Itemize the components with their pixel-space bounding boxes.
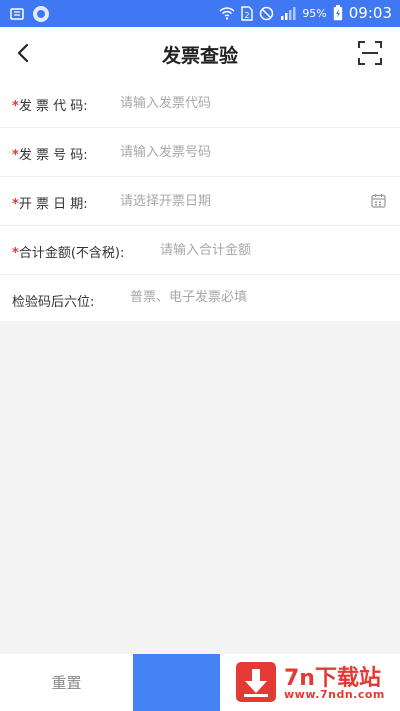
invoice-code-input[interactable] [120,89,360,117]
invoice-code-row: *发 票 代 码: [0,79,400,128]
invoice-number-input[interactable] [120,138,360,166]
scan-button[interactable] [358,41,382,65]
status-bar: 2 95% 09:03 [0,0,400,27]
calendar-icon[interactable] [371,193,386,208]
download-icon [236,662,276,702]
wifi-icon [219,7,235,20]
signal-icon [281,7,296,20]
reset-button[interactable]: 重置 [0,654,133,711]
invoice-date-row[interactable]: *开 票 日 期: [0,177,400,226]
invoice-number-row: *发 票 号 码: [0,128,400,177]
message-icon [33,6,49,22]
required-star: * [12,148,19,163]
amount-label: *合计金额(不含税): [12,246,125,261]
submit-button[interactable] [133,654,220,711]
status-time: 09:03 [348,4,392,22]
invoice-date-label: *开 票 日 期: [12,197,88,212]
dnd-icon [260,6,274,20]
invoice-code-label: *发 票 代 码: [12,99,88,114]
battery-icon [333,5,342,21]
svg-text:2: 2 [245,11,250,20]
invoice-date-input[interactable] [120,187,360,215]
notification-icon [10,8,24,20]
check-code-row: 检验码后六位: [0,275,400,321]
required-star: * [12,99,19,114]
app-header: 发票查验 [0,27,400,79]
required-star: * [12,197,19,212]
invoice-number-label: *发 票 号 码: [12,148,88,163]
watermark-logo: 7n下载站 www.7ndn.com [220,654,400,711]
watermark-url: www.7ndn.com [284,688,385,701]
scan-icon [358,41,382,65]
check-code-label: 检验码后六位: [12,295,95,310]
battery-percent: 95% [302,6,327,20]
check-code-input[interactable] [130,283,360,311]
footer-bar: 重置 7n下载站 www.7ndn.com [0,654,400,711]
amount-row: *合计金额(不含税): [0,226,400,275]
invoice-form: *发 票 代 码: *发 票 号 码: *开 票 日 期: *合计金额(不含税)… [0,79,400,321]
sim-icon: 2 [241,5,254,21]
amount-input[interactable] [160,236,360,264]
required-star: * [12,246,19,261]
page-title: 发票查验 [161,45,238,67]
